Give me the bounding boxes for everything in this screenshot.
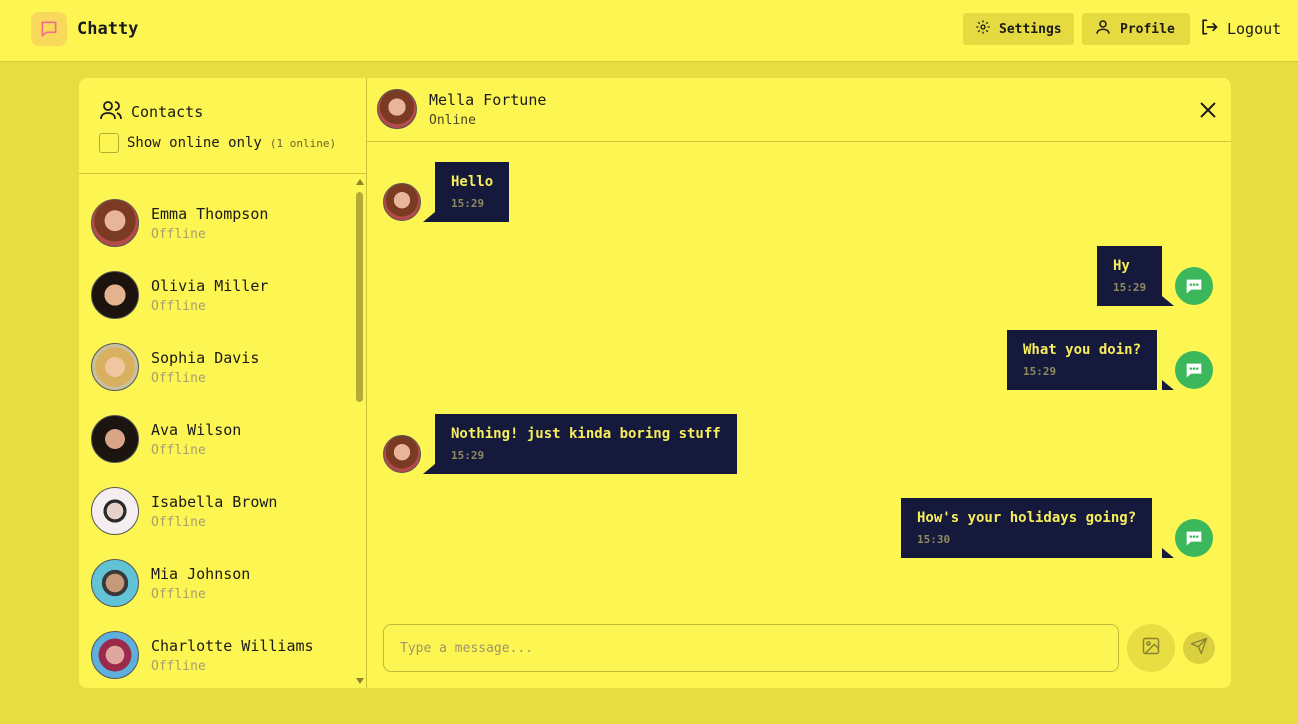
chat-bubble-dots-icon: [1175, 351, 1213, 389]
contact-status: Offline: [151, 298, 206, 314]
app-name: Chatty: [77, 19, 139, 39]
contact-item[interactable]: Olivia Miller Offline: [79, 259, 354, 331]
chat-area: Mella Fortune Online Hello 15:29 Hy 15:2…: [367, 78, 1231, 688]
message-bubble: Nothing! just kinda boring stuff 15:29: [435, 414, 737, 474]
message-text: What you doin?: [1023, 342, 1142, 358]
attach-image-button[interactable]: [1127, 624, 1175, 672]
contact-status: Offline: [151, 514, 206, 530]
online-count: (1 online): [269, 136, 337, 150]
contacts-title: Contacts: [131, 103, 204, 121]
contact-item[interactable]: Ava Wilson Offline: [79, 403, 354, 475]
message-square-icon: [31, 12, 67, 46]
message-time: 15:29: [451, 197, 485, 210]
chat-bubble-dots-icon: [1175, 267, 1213, 305]
contact-status: Offline: [151, 442, 206, 458]
contact-item[interactable]: Charlotte Williams Offline: [79, 619, 354, 688]
bubble-tail: [1162, 548, 1174, 558]
contact-item[interactable]: Sophia Davis Offline: [79, 331, 354, 403]
message-input[interactable]: [384, 625, 1118, 671]
settings-button[interactable]: Settings: [963, 13, 1074, 45]
contact-list-scrollbar[interactable]: [354, 175, 366, 688]
contact-status: Offline: [151, 658, 206, 674]
message-time: 15:30: [917, 533, 951, 546]
message-time: 15:29: [451, 449, 485, 462]
sidebar-header: Contacts Show online only (1 online): [79, 78, 366, 174]
settings-label: Settings: [999, 21, 1062, 37]
message-time: 15:29: [1113, 281, 1147, 294]
contact-status: Offline: [151, 226, 206, 242]
avatar: [91, 631, 139, 679]
avatar: [383, 183, 421, 221]
avatar: [91, 415, 139, 463]
online-only-checkbox[interactable]: [99, 133, 119, 153]
avatar: [383, 435, 421, 473]
top-navbar: Chatty Settings Profile Logout: [0, 0, 1298, 62]
send-icon: [1190, 637, 1208, 659]
profile-button[interactable]: Profile: [1082, 13, 1190, 45]
message-bubble: Hy 15:29: [1097, 246, 1163, 306]
message-bubble: Hello 15:29: [435, 162, 510, 222]
chat-contact-name: Mella Fortune: [429, 91, 547, 109]
avatar: [91, 559, 139, 607]
avatar: [91, 271, 139, 319]
brand[interactable]: Chatty: [31, 12, 138, 46]
logout-button[interactable]: Logout: [1199, 17, 1281, 41]
close-icon: [1197, 102, 1219, 125]
user-icon: [1094, 18, 1120, 40]
contact-name: Isabella Brown: [151, 492, 278, 511]
contact-list: Emma Thompson Offline Olivia Miller Offl…: [79, 175, 366, 688]
send-button[interactable]: [1183, 632, 1215, 664]
users-icon: [99, 98, 131, 126]
contact-item[interactable]: Mia Johnson Offline: [79, 547, 354, 619]
avatar: [91, 343, 139, 391]
bubble-tail: [423, 464, 435, 474]
bubble-tail: [1162, 380, 1174, 390]
avatar: [91, 487, 139, 535]
chat-bubble-dots-icon: [1175, 519, 1213, 557]
contact-name: Ava Wilson: [151, 420, 242, 439]
online-filter: Show online only (1 online): [99, 133, 336, 153]
message-composer: [383, 624, 1119, 672]
logout-icon: [1199, 17, 1227, 41]
image-icon: [1141, 636, 1161, 660]
contacts-heading: Contacts: [99, 98, 203, 126]
scroll-down-arrow-icon[interactable]: [356, 678, 364, 684]
chat-panel: Contacts Show online only (1 online) Emm…: [79, 78, 1231, 688]
message-bubble: How's your holidays going? 15:30: [901, 498, 1153, 558]
bubble-tail: [1162, 296, 1174, 306]
contact-name: Sophia Davis: [151, 348, 260, 367]
message-text: Nothing! just kinda boring stuff: [451, 426, 721, 442]
contact-status: Offline: [151, 370, 206, 386]
contacts-sidebar: Contacts Show online only (1 online) Emm…: [79, 78, 367, 688]
message-text: How's your holidays going?: [917, 510, 1137, 526]
chat-header: Mella Fortune Online: [367, 78, 1231, 142]
contact-name: Charlotte Williams: [151, 636, 314, 655]
message-text: Hy: [1113, 258, 1130, 274]
profile-label: Profile: [1120, 21, 1175, 37]
contact-name: Olivia Miller: [151, 276, 269, 295]
message-bubble: What you doin? 15:29: [1007, 330, 1158, 390]
contact-name: Mia Johnson: [151, 564, 251, 583]
logout-label: Logout: [1227, 20, 1282, 38]
online-only-label[interactable]: Show online only: [127, 135, 262, 151]
scrollbar-thumb[interactable]: [356, 192, 363, 402]
contact-name: Emma Thompson: [151, 204, 269, 223]
avatar: [91, 199, 139, 247]
chat-contact-status: Online: [429, 113, 476, 128]
avatar: [377, 89, 417, 129]
contact-status: Offline: [151, 586, 206, 602]
close-chat-button[interactable]: [1197, 99, 1219, 125]
bubble-tail: [423, 212, 435, 222]
message-text: Hello: [451, 174, 494, 190]
message-time: 15:29: [1023, 365, 1057, 378]
contact-item[interactable]: Emma Thompson Offline: [79, 187, 354, 259]
contact-item[interactable]: Isabella Brown Offline: [79, 475, 354, 547]
scroll-up-arrow-icon[interactable]: [356, 179, 364, 185]
gear-icon: [975, 19, 999, 39]
